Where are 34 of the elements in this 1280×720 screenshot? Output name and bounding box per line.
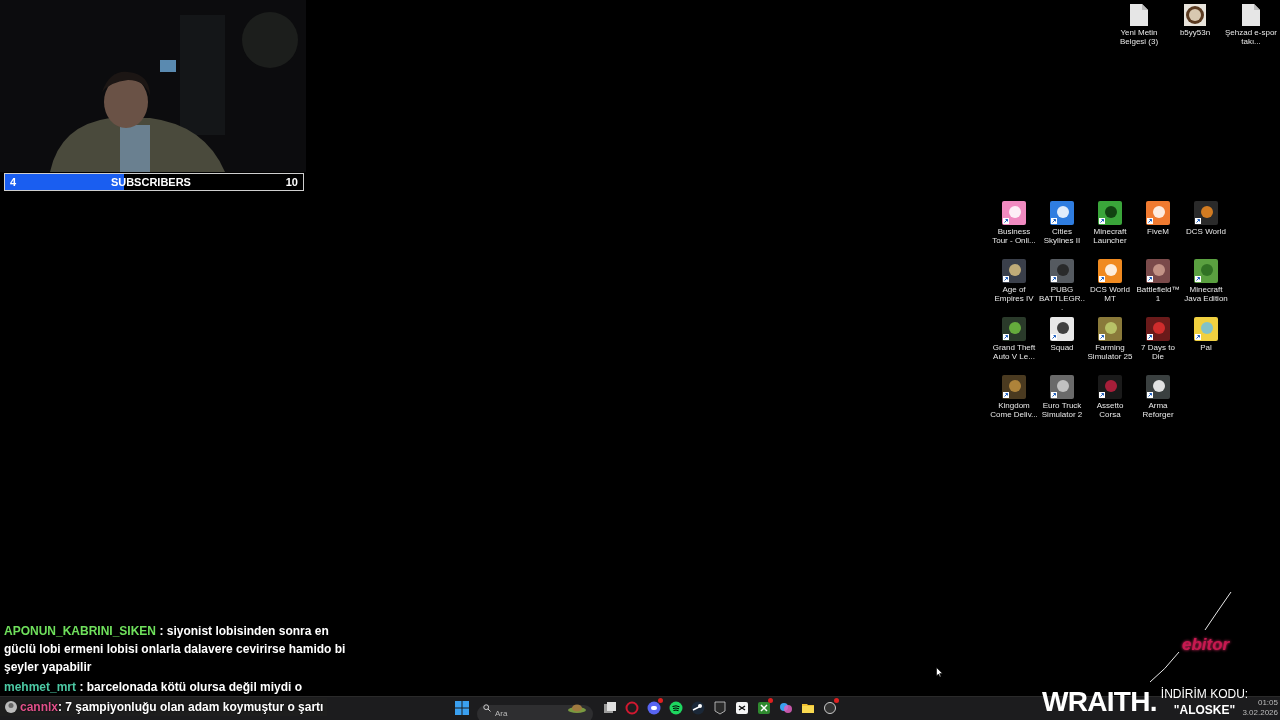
shortcut-label[interactable]: Assetto Corsa: [1086, 401, 1134, 419]
shortcut-label[interactable]: DCS World: [1182, 227, 1230, 236]
shortcut-label[interactable]: Age of Empires IV: [990, 285, 1038, 303]
file-label[interactable]: Yeni Metin Belgesi (3): [1112, 28, 1166, 46]
clock-time: 01:05: [1257, 698, 1278, 708]
shortcut-label[interactable]: Farming Simulator 25: [1086, 343, 1134, 361]
neon-logo: ebitor: [1182, 634, 1230, 656]
shortcut-label[interactable]: Euro Truck Simulator 2: [1038, 401, 1086, 419]
shortcut-label[interactable]: Battlefield™ 1: [1134, 285, 1182, 303]
shortcut-label[interactable]: FiveM: [1134, 227, 1182, 236]
discount-label: İNDİRİM KODU:: [1160, 686, 1249, 702]
file-label[interactable]: Şehzad e-spor takı...: [1224, 28, 1278, 46]
chat-message: mehmet_mrt : barcelonada kötü olursa değil miydi o: [4, 679, 304, 696]
chat-message: APONUN_KABRINI_SIKEN : siyonist lobisinden sonra en güclü lobi ermeni lobisi onlarla dalavere cevirirse hamido bi şeyler yapabilir: [4, 623, 347, 676]
shortcut-label[interactable]: Squad: [1038, 343, 1086, 352]
sponsor-brand: WRAITH.: [1042, 686, 1157, 718]
shortcut-label[interactable]: Pal: [1182, 343, 1230, 352]
chat-message: cannlx: 7 şampiyonluğu olan adam koymuştur o şartı: [20, 699, 324, 716]
shortcut-label[interactable]: Minecraft Launcher: [1086, 227, 1134, 245]
shortcut-label[interactable]: Minecraft Java Edition: [1182, 285, 1230, 303]
shortcut-label[interactable]: DCS World MT: [1086, 285, 1134, 303]
file-label[interactable]: b5yy53n: [1179, 28, 1211, 37]
shortcut-label[interactable]: Grand Theft Auto V Le...: [990, 343, 1038, 361]
shortcut-label[interactable]: Cities Skylines II: [1038, 227, 1086, 245]
shortcut-label[interactable]: Arma Reforger: [1134, 401, 1182, 419]
shortcut-label[interactable]: Kingdom Come Deliv...: [990, 401, 1038, 419]
discount-code: "ALOSKE": [1173, 702, 1236, 718]
shortcut-label[interactable]: 7 Days to Die: [1134, 343, 1182, 361]
search-field[interactable]: Ara: [477, 704, 593, 720]
goal-current: 4: [10, 174, 17, 190]
clock-date: 3.02.2026: [1242, 708, 1278, 718]
shortcut-label[interactable]: Business Tour - Onli...: [990, 227, 1038, 245]
shortcut-label[interactable]: PUBG BATTLEGR...: [1038, 285, 1086, 312]
goal-target: 10: [285, 174, 298, 190]
